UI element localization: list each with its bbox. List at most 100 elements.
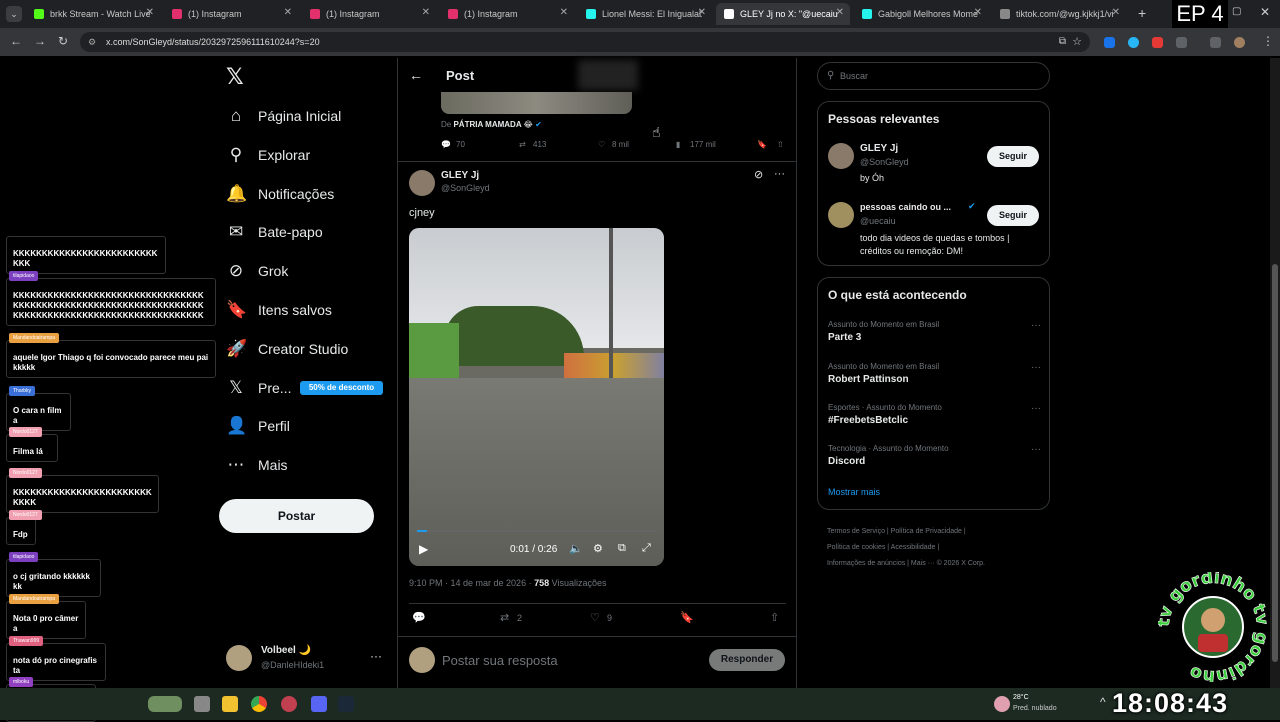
more-icon[interactable]: ··· <box>1031 320 1041 331</box>
share-icon[interactable]: ⇧ <box>770 611 779 624</box>
trend-item[interactable]: Tecnologia · Assunto do Momento Discord ··… <box>828 444 1043 467</box>
browser-tab[interactable]: (1) Instagram ✕ <box>440 3 574 25</box>
footer-line[interactable]: Termos de Serviço | Política de Privacid… <box>827 524 985 540</box>
menu-kebab-icon[interactable]: ⋮ <box>1262 34 1274 48</box>
browser-tab[interactable]: brkk Stream - Watch Live ✕ <box>26 3 160 25</box>
site-info-icon[interactable]: ⚙ <box>88 32 96 52</box>
extension-icon[interactable] <box>1104 37 1115 48</box>
reload-icon[interactable]: ↻ <box>58 34 68 48</box>
sidebar-item[interactable]: 👤 Perfil <box>226 412 290 440</box>
x-logo-icon[interactable]: 𝕏 <box>226 64 244 90</box>
tab-close-icon[interactable]: ✕ <box>560 7 568 18</box>
follow-button[interactable]: Seguir <box>987 205 1039 226</box>
person-avatar[interactable] <box>828 202 854 228</box>
author-avatar[interactable] <box>409 170 435 196</box>
reply-icon[interactable]: 💬 <box>412 611 426 624</box>
footer-line[interactable]: Informações de anúncios | Mais ··· © 202… <box>827 556 985 572</box>
extension-icon[interactable] <box>1152 37 1163 48</box>
account-switcher[interactable]: Volbeel 🌙 @DanleHIdeki1 ··· <box>226 643 386 675</box>
browser-tab[interactable]: (1) Instagram ✕ <box>164 3 298 25</box>
sidebar-item[interactable]: 🔔 Notificações <box>226 180 334 208</box>
repost-icon[interactable]: ⇄ <box>500 611 509 624</box>
page-scrollbar[interactable] <box>1270 58 1280 688</box>
minimize-icon[interactable]: ▢ <box>1232 6 1241 17</box>
trend-item[interactable]: Assunto do Momento em Brasil Parte 3 ··· <box>828 320 1043 343</box>
scrollbar-thumb[interactable] <box>1272 264 1278 662</box>
trend-item[interactable]: Assunto do Momento em Brasil Robert Patti… <box>828 362 1043 385</box>
more-icon[interactable]: ··· <box>370 649 382 663</box>
tab-close-icon[interactable]: ✕ <box>1112 7 1120 18</box>
views-icon[interactable]: ▮ <box>676 140 680 149</box>
like-icon[interactable]: ♡ <box>598 140 605 149</box>
extension-icon[interactable] <box>1128 37 1139 48</box>
sidebar-item[interactable]: ⊘ Grok <box>226 257 288 285</box>
bookmark-star-icon[interactable]: ☆ <box>1072 32 1082 52</box>
reply-icon[interactable]: 💬 <box>441 140 451 149</box>
grok-icon[interactable]: ⊘ <box>754 168 763 181</box>
sidebar-item[interactable]: ✉ Bate-papo <box>226 218 323 246</box>
sidebar-item[interactable]: 🔖 Itens salvos <box>226 296 332 324</box>
tab-close-icon[interactable]: ✕ <box>698 7 706 18</box>
url-input[interactable]: ⚙ x.com/SonGleyd/status/2032972596111610… <box>80 32 1090 52</box>
tab-close-icon[interactable]: ✕ <box>974 7 982 18</box>
sidebar-item[interactable]: ⚲ Explorar <box>226 141 310 169</box>
reply-button[interactable]: Responder <box>709 649 785 671</box>
bookmark-icon[interactable]: 🔖 <box>680 611 694 624</box>
share-icon[interactable]: ⇧ <box>777 140 784 149</box>
play-icon[interactable]: ▶ <box>419 542 428 556</box>
footer-line[interactable]: Política de cookies | Acessibilidade | <box>827 540 985 556</box>
tab-list-dropdown-icon[interactable]: ⌄ <box>6 6 22 22</box>
author-name[interactable]: GLEY Jj <box>441 170 479 181</box>
person-name[interactable]: pessoas caindo ou ... <box>860 202 951 212</box>
steam-icon[interactable] <box>338 696 354 712</box>
show-more-link[interactable]: Mostrar mais <box>828 487 880 497</box>
reading-list-icon[interactable] <box>1210 37 1221 48</box>
discord-icon[interactable] <box>311 696 327 712</box>
tray-chevron-icon[interactable]: ^ <box>1100 695 1106 709</box>
install-icon[interactable]: ⧉ <box>1059 32 1066 52</box>
person-name[interactable]: GLEY Jj <box>860 143 898 154</box>
browser-tab[interactable]: (1) Instagram ✕ <box>302 3 436 25</box>
settings-icon[interactable]: ⚙ <box>593 542 603 555</box>
person-avatar[interactable] <box>828 143 854 169</box>
browser-tab[interactable]: tiktok.com/@wg.kjkkj1/vi ✕ <box>992 3 1126 25</box>
video-player[interactable]: ▶ 0:01 / 0:26 🔈 ⚙ ⧉ ⤢ <box>409 228 664 566</box>
extensions-puzzle-icon[interactable] <box>1176 37 1187 48</box>
search-input[interactable]: ⚲ Buscar <box>817 62 1050 90</box>
video-progress-track[interactable] <box>417 530 657 532</box>
browser-tab[interactable]: Gabigoll Melhores Mome ✕ <box>854 3 988 25</box>
sidebar-item[interactable]: ⌂ Página Inicial <box>226 102 341 130</box>
chrome-icon[interactable] <box>251 696 267 712</box>
back-icon[interactable]: ← <box>10 34 22 48</box>
trend-item[interactable]: Esportes · Assunto do Momento #FreebetsBe… <box>828 403 1043 426</box>
post-button[interactable]: Postar <box>219 499 374 533</box>
more-icon[interactable]: ··· <box>1031 362 1041 373</box>
bookmark-icon[interactable]: 🔖 <box>757 140 767 149</box>
follow-button[interactable]: Seguir <box>987 146 1039 167</box>
more-icon[interactable]: ··· <box>774 168 785 180</box>
post-timestamp[interactable]: 9:10 PM · 14 de mar de 2026 · <box>409 578 534 588</box>
sidebar-item[interactable]: 𝕏 Pre... <box>226 374 291 402</box>
sidebar-item[interactable]: 🚀 Creator Studio <box>226 335 348 363</box>
person-handle[interactable]: @uecaiu <box>860 216 896 226</box>
tab-close-icon[interactable]: ✕ <box>422 7 430 18</box>
start-icon[interactable] <box>148 696 182 712</box>
like-icon[interactable]: ♡ <box>590 611 600 624</box>
volume-icon[interactable]: 🔈 <box>569 542 583 555</box>
browser-tab[interactable]: GLEY Jj no X: "@uecaiu q ✕ <box>716 3 850 25</box>
tab-close-icon[interactable]: ✕ <box>146 7 154 18</box>
author-handle[interactable]: @SonGleyd <box>441 183 490 193</box>
person-handle[interactable]: @SonGleyd <box>860 157 909 167</box>
forward-icon[interactable]: → <box>34 34 46 48</box>
weather-icon[interactable] <box>994 696 1010 712</box>
more-icon[interactable]: ··· <box>1031 403 1041 414</box>
close-window-icon[interactable]: ✕ <box>1260 5 1270 19</box>
reply-input[interactable]: Postar sua resposta <box>442 653 558 668</box>
quoted-media-image[interactable] <box>441 92 632 114</box>
sidebar-item[interactable]: ⋯ Mais <box>226 451 288 479</box>
app-icon[interactable] <box>281 696 297 712</box>
tab-close-icon[interactable]: ✕ <box>836 7 844 18</box>
fullscreen-icon[interactable]: ⤢ <box>642 542 651 555</box>
browser-tab[interactable]: Lionel Messi: El Inigualab ✕ <box>578 3 712 25</box>
profile-avatar-icon[interactable] <box>1234 37 1245 48</box>
